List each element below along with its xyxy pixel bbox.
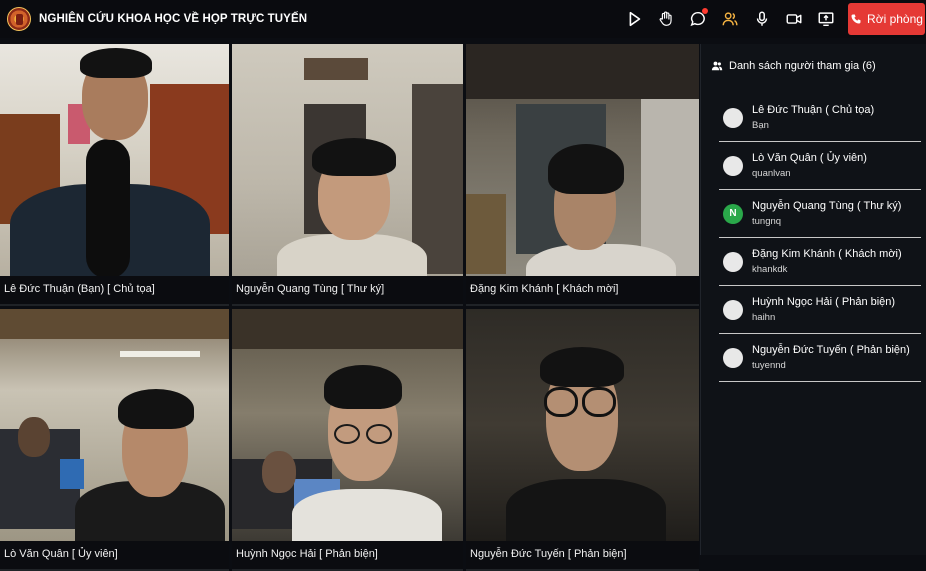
tile-name-label: Nguyễn Đức Tuyến [ Phản biện] (466, 541, 699, 569)
video-feed (0, 44, 229, 284)
participant-username: tuyennd (752, 360, 786, 371)
screen-share-icon[interactable] (810, 3, 842, 35)
raise-hand-icon[interactable] (650, 3, 682, 35)
chat-notification-badge (702, 8, 708, 14)
participants-count-title: Danh sách người tham gia (6) (729, 60, 876, 72)
participant-name: Nguyễn Đức Tuyến ( Phản biện) (752, 344, 910, 356)
participant-item[interactable]: Nguyễn Đức Tuyến ( Phản biện) tuyennd (719, 334, 921, 382)
participant-item[interactable]: Đặng Kim Khánh ( Khách mời) khankdk (719, 238, 921, 286)
phone-icon (851, 14, 861, 24)
participant-username: khankdk (752, 264, 788, 275)
top-bar: NGHIÊN CỨU KHOA HỌC VỀ HỌP TRỰC TUYẾN Rờ… (0, 0, 926, 38)
avatar (723, 155, 743, 176)
participant-item[interactable]: N Nguyễn Quang Tùng ( Thư ký) tungnq (719, 190, 921, 238)
participant-item[interactable]: Huỳnh Ngọc Hải ( Phản biện) haihn (719, 286, 921, 334)
participant-list: Lê Đức Thuận ( Chủ tọa) Bạn Lò Văn Quân … (719, 94, 921, 382)
video-feed (0, 309, 229, 551)
video-feed (466, 44, 699, 304)
video-tile[interactable]: Lê Đức Thuận (Bạn) [ Chủ tọa] (0, 44, 229, 306)
video-feed (232, 44, 463, 294)
university-logo (7, 7, 31, 31)
participant-item[interactable]: Lò Văn Quân ( Ủy viên) quanlvan (719, 142, 921, 190)
participant-name: Đặng Kim Khánh ( Khách mời) (752, 248, 902, 260)
camera-icon[interactable] (778, 3, 810, 35)
avatar: N (723, 203, 743, 224)
tile-name-label: Huỳnh Ngọc Hải [ Phản biện] (232, 541, 463, 569)
toolbar: Rời phòng (618, 0, 926, 38)
participant-name: Lê Đức Thuận ( Chủ tọa) (752, 104, 875, 116)
avatar (723, 347, 743, 368)
users-icon (711, 61, 723, 71)
leave-room-button[interactable]: Rời phòng (848, 3, 925, 35)
video-feed (232, 309, 463, 551)
participant-name: Huỳnh Ngọc Hải ( Phản biện) (752, 296, 896, 308)
participant-name: Lò Văn Quân ( Ủy viên) (752, 152, 867, 164)
participants-panel: Danh sách người tham gia (6) Lê Đức Thuậ… (700, 44, 926, 555)
tile-name-label: Lê Đức Thuận (Bạn) [ Chủ tọa] (0, 276, 229, 304)
play-icon[interactable] (618, 3, 650, 35)
leave-room-label: Rời phòng (867, 12, 923, 26)
video-feed (466, 309, 699, 551)
chat-icon[interactable] (682, 3, 714, 35)
participants-icon[interactable] (714, 3, 746, 35)
participant-username: tungnq (752, 216, 782, 227)
participant-username: Bạn (752, 120, 769, 131)
video-tile[interactable]: Đặng Kim Khánh [ Khách mời] (466, 44, 699, 306)
avatar (723, 299, 743, 320)
video-grid: Lê Đức Thuận (Bạn) [ Chủ tọa] Nguyễn Qua… (0, 44, 700, 571)
video-tile[interactable]: Lò Văn Quân [ Ủy viên] (0, 309, 229, 571)
video-tile[interactable]: Nguyễn Đức Tuyến [ Phản biện] (466, 309, 699, 571)
participant-username: haihn (752, 312, 776, 323)
participant-username: quanlvan (752, 168, 791, 179)
video-tile[interactable]: Huỳnh Ngọc Hải [ Phản biện] (232, 309, 463, 571)
avatar (723, 251, 743, 272)
tile-name-label: Lò Văn Quân [ Ủy viên] (0, 541, 229, 569)
microphone-icon[interactable] (746, 3, 778, 35)
tile-name-label: Đặng Kim Khánh [ Khách mời] (466, 276, 699, 304)
participants-panel-header: Danh sách người tham gia (6) (711, 60, 876, 72)
tile-name-label: Nguyễn Quang Tùng [ Thư ký] (232, 276, 463, 304)
video-tile[interactable]: Nguyễn Quang Tùng [ Thư ký] (232, 44, 463, 306)
participant-name: Nguyễn Quang Tùng ( Thư ký) (752, 200, 902, 212)
meeting-title: NGHIÊN CỨU KHOA HỌC VỀ HỌP TRỰC TUYẾN (39, 13, 308, 25)
avatar (723, 107, 743, 128)
participant-item[interactable]: Lê Đức Thuận ( Chủ tọa) Bạn (719, 94, 921, 142)
